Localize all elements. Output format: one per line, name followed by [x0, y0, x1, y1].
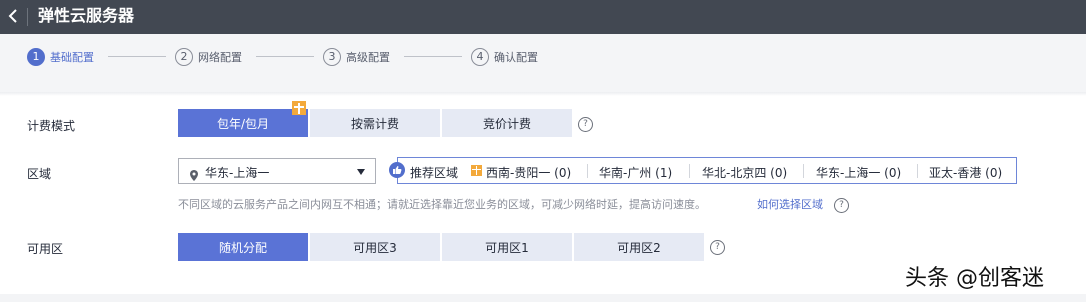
step-advanced-config: 3 高级配置	[323, 47, 390, 67]
step-label: 确认配置	[494, 51, 538, 64]
region-name: 西南-贵阳一	[486, 166, 551, 180]
region-name: 华东-上海一	[816, 166, 881, 180]
region-label: 区域	[27, 167, 52, 181]
thumbs-up-icon	[389, 162, 405, 178]
step-number: 1	[27, 48, 45, 66]
region-divider	[917, 164, 918, 178]
az-option-az3[interactable]: 可用区3	[310, 233, 440, 261]
region-count: (0)	[770, 166, 788, 180]
recommended-region-hongkong[interactable]: 亚太-香港 (0)	[929, 164, 1002, 181]
step-basic-config: 1 基础配置	[27, 47, 94, 67]
step-number: 2	[175, 48, 193, 66]
region-name: 华南-广州	[599, 166, 652, 180]
region-name: 华北-北京四	[702, 166, 767, 180]
location-pin-icon	[190, 166, 198, 181]
recommended-label: 推荐区域	[410, 166, 459, 180]
az-option-az1[interactable]: 可用区1	[442, 233, 572, 261]
region-name: 亚太-香港	[929, 166, 982, 180]
region-count: (0)	[985, 166, 1003, 180]
step-confirm-config: 4 确认配置	[471, 47, 538, 67]
recommended-regions-box: 推荐区域 西南-贵阳一 (0) 华南-广州 (1) 华北-北京四 (0) 华东-…	[389, 157, 1017, 184]
region-count: (0)	[884, 166, 902, 180]
region-divider	[803, 164, 804, 178]
billing-mode-label: 计费模式	[27, 119, 76, 133]
billing-option-spot[interactable]: 竞价计费	[442, 109, 572, 137]
bottom-strip	[0, 294, 1086, 302]
back-chevron-icon[interactable]	[4, 6, 24, 26]
step-connector	[256, 56, 314, 57]
region-select-value: 华东-上海一	[205, 166, 270, 180]
recommended-region-beijing[interactable]: 华北-北京四 (0)	[702, 164, 787, 181]
help-icon[interactable]: ?	[578, 117, 593, 132]
step-number: 4	[471, 48, 489, 66]
recommended-region-guangzhou[interactable]: 华南-广州 (1)	[599, 164, 672, 181]
dropdown-caret-icon	[357, 169, 365, 175]
region-select[interactable]: 华东-上海一	[178, 158, 376, 184]
recommended-region-shanghai[interactable]: 华东-上海一 (0)	[816, 164, 901, 181]
region-count: (0)	[554, 166, 572, 180]
step-label: 高级配置	[346, 51, 390, 64]
recommended-region-guiyang[interactable]: 西南-贵阳一 (0)	[486, 164, 571, 181]
region-count: (1)	[655, 166, 673, 180]
region-divider	[587, 164, 588, 178]
step-network-config: 2 网络配置	[175, 47, 242, 67]
region-hint-text: 不同区域的云服务产品之间内网互不相通；请就近选择靠近您业务的区域，可减少网络时延…	[178, 198, 706, 211]
step-progress-bar: 1 基础配置 2 网络配置 3 高级配置 4 确认配置	[0, 34, 1086, 92]
billing-option-yearly-monthly[interactable]: 包年/包月	[178, 109, 308, 137]
header-shadow	[0, 92, 1086, 96]
step-number: 3	[323, 48, 341, 66]
page-title: 弹性云服务器	[38, 6, 135, 25]
az-option-az2[interactable]: 可用区2	[574, 233, 704, 261]
top-header: 弹性云服务器	[0, 0, 1086, 34]
region-divider	[689, 164, 690, 178]
header-divider	[27, 8, 28, 26]
az-option-random[interactable]: 随机分配	[178, 233, 308, 261]
gift-icon	[292, 101, 306, 115]
availability-zone-label: 可用区	[27, 242, 64, 256]
step-label: 网络配置	[198, 51, 242, 64]
how-to-choose-region-link[interactable]: 如何选择区域	[757, 196, 823, 212]
link-text[interactable]: 如何选择区域	[757, 198, 823, 211]
step-label: 基础配置	[50, 51, 94, 64]
gift-icon	[471, 165, 482, 176]
step-connector	[108, 56, 166, 57]
billing-option-on-demand[interactable]: 按需计费	[310, 109, 440, 137]
step-connector	[404, 56, 462, 57]
help-icon[interactable]: ?	[834, 198, 849, 213]
watermark-text: 头条 @创客迷	[905, 266, 1044, 291]
help-icon[interactable]: ?	[710, 240, 725, 255]
